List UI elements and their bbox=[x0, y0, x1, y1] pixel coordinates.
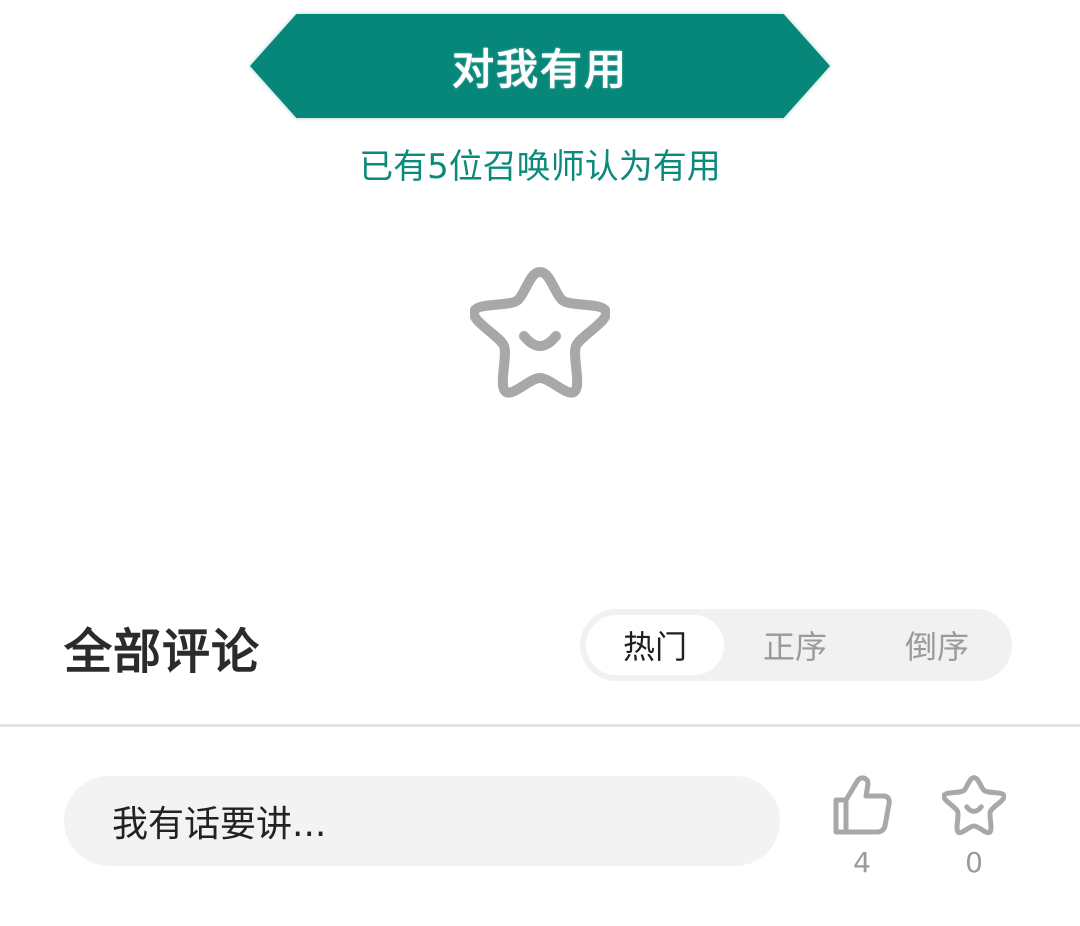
like-button[interactable]: 4 bbox=[822, 774, 902, 884]
useful-count-text: 已有5位召唤师认为有用 bbox=[359, 147, 721, 187]
favorite-button[interactable]: 0 bbox=[934, 774, 1014, 884]
sort-tab-descending[interactable]: 倒序 bbox=[868, 615, 1006, 675]
star-smile-icon bbox=[942, 775, 1006, 836]
sort-tab-hot[interactable]: 热门 bbox=[586, 615, 724, 675]
favorite-count: 0 bbox=[965, 846, 983, 879]
thumbs-up-icon bbox=[833, 775, 892, 835]
divider bbox=[0, 724, 1080, 727]
useful-button-wrapper[interactable]: 对我有用 bbox=[250, 14, 830, 118]
comments-title: 全部评论 bbox=[64, 624, 261, 680]
sort-tabs: 热门 正序 倒序 bbox=[580, 609, 1012, 681]
star-smile-icon bbox=[469, 264, 611, 400]
useful-button[interactable]: 对我有用 bbox=[250, 14, 830, 118]
sort-tab-ascending[interactable]: 正序 bbox=[726, 615, 864, 675]
like-count: 4 bbox=[853, 846, 871, 879]
comment-input[interactable]: 我有话要讲... bbox=[64, 776, 780, 866]
useful-button-label: 对我有用 bbox=[451, 44, 628, 94]
comment-input-placeholder: 我有话要讲... bbox=[112, 804, 327, 845]
